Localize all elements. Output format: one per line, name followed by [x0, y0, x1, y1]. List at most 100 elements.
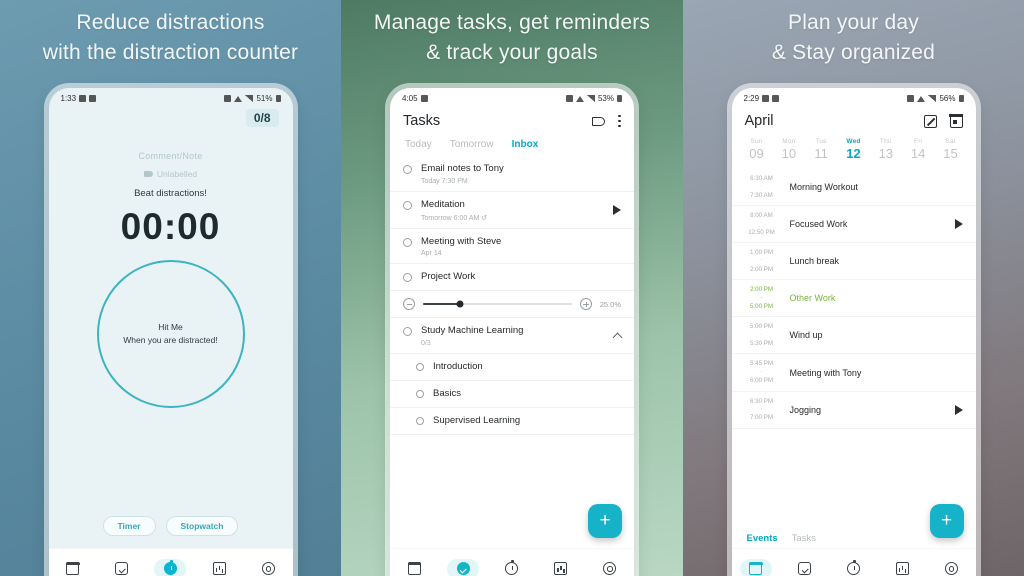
day-cell[interactable]: Tue 11 [807, 138, 835, 161]
day-cell[interactable]: Fri 14 [904, 138, 932, 161]
subtask-title: Basics [433, 387, 461, 399]
lock-icon [275, 95, 281, 102]
progress-slider-row[interactable]: 25.0% [390, 291, 634, 319]
hit-me-button[interactable]: Hit Me When you are distracted! [96, 260, 245, 408]
headline-line-2: & track your goals [426, 41, 598, 65]
event-row[interactable]: 8:00 AM - 12:50 PM Focused Work [731, 206, 976, 244]
comment-note-field[interactable]: Comment/Note [138, 151, 202, 161]
task-checkbox[interactable] [403, 165, 412, 174]
timer-mode-button[interactable]: Timer [102, 516, 156, 536]
nav-calendar[interactable] [398, 559, 430, 576]
expand-view-icon[interactable] [923, 114, 937, 128]
nav-calendar[interactable] [57, 559, 89, 576]
task-tabs: Today Tomorrow Inbox [390, 134, 634, 156]
chevron-up-icon[interactable] [612, 332, 623, 343]
lock-icon [617, 95, 622, 102]
label-selector[interactable]: Unlabelled [143, 169, 197, 179]
task-content: Supervised Learning [433, 415, 621, 428]
tab-events[interactable]: Events [747, 533, 778, 544]
week-strip: Sun 09 Mon 10 Tue 11 Wed 12 Thu 13 Fri 1… [732, 134, 976, 169]
event-row[interactable]: 1:00 PM - 2:00 PM Lunch break [731, 243, 976, 281]
subtask-checkbox[interactable] [416, 363, 424, 372]
nav-stats[interactable] [545, 559, 577, 576]
wifi-icon [234, 95, 243, 102]
day-number: 14 [910, 146, 926, 161]
timer-display: 00:00 [120, 206, 221, 247]
task-row[interactable]: Meditation Tomorrow 6:00 AM ↺ [390, 192, 634, 229]
task-row[interactable]: Email notes to Tony Today 7:30 PM [390, 156, 634, 192]
day-cell[interactable]: Mon 10 [775, 138, 803, 161]
time-separator: - [760, 368, 763, 375]
add-task-fab[interactable]: + [588, 504, 622, 538]
play-icon[interactable] [954, 404, 963, 415]
tab-tomorrow[interactable]: Tomorrow [450, 139, 494, 150]
nav-tasks[interactable] [106, 559, 138, 576]
day-cell[interactable]: Thu 13 [872, 138, 900, 161]
nav-settings[interactable] [935, 559, 967, 576]
headline-line-2: with the distraction counter [42, 41, 299, 65]
task-checkbox[interactable] [403, 237, 412, 247]
nav-tasks[interactable] [447, 558, 480, 576]
slider-thumb[interactable] [456, 300, 464, 308]
distraction-counter-badge[interactable]: 0/8 [245, 109, 279, 127]
stopwatch-mode-button[interactable]: Stopwatch [165, 516, 239, 536]
status-bar-right: 51% [224, 94, 281, 103]
panel-2-headline: Manage tasks, get reminders & track your… [341, 8, 683, 69]
task-checkbox[interactable] [403, 327, 412, 337]
task-group-row[interactable]: Study Machine Learning 0/3 [390, 318, 634, 355]
event-row[interactable]: 6:30 AM - 7:30 AM Morning Workout [731, 169, 976, 207]
decrement-button[interactable] [403, 298, 415, 311]
tab-inbox[interactable]: Inbox [512, 139, 539, 150]
add-event-fab[interactable]: + [929, 504, 964, 538]
event-end: 12:50 PM [748, 228, 775, 236]
day-cell[interactable]: Sun 09 [743, 138, 771, 161]
nav-settings[interactable] [594, 559, 626, 576]
tag-icon [143, 171, 153, 177]
task-checkbox[interactable] [403, 273, 412, 283]
promo-panel-tasks: Manage tasks, get reminders & track your… [341, 0, 683, 576]
subtask-row[interactable]: Introduction [390, 354, 634, 381]
nav-timer[interactable] [837, 559, 869, 576]
battery-percent: 56% [939, 94, 956, 103]
task-checkbox[interactable] [403, 200, 412, 210]
nav-tasks[interactable] [789, 559, 821, 576]
task-row[interactable]: Meeting with Steve Apr 14 [390, 229, 634, 265]
task-subtitle: Today 7:30 PM [421, 177, 468, 185]
event-row[interactable]: 5:45 PM - 6:00 PM Meeting with Tony [731, 354, 976, 392]
subtask-row[interactable]: Basics [390, 381, 634, 408]
wifi-icon [917, 95, 926, 102]
subtask-checkbox[interactable] [416, 389, 424, 398]
day-cell[interactable]: Sat 15 [936, 138, 964, 161]
promo-panel-timer: Reduce distractions with the distraction… [0, 0, 341, 576]
day-cell-selected[interactable]: Wed 12 [839, 138, 867, 161]
nav-calendar[interactable] [739, 558, 772, 576]
event-row-active[interactable]: 2:00 PM - 5:00 PM Other Work [731, 280, 976, 318]
play-icon[interactable] [613, 205, 621, 216]
tag-filter-icon[interactable] [592, 116, 605, 126]
progress-slider[interactable] [423, 300, 572, 308]
event-end: 5:30 PM [749, 340, 774, 348]
task-row[interactable]: Project Work [390, 264, 634, 292]
event-list: 6:30 AM - 7:30 AM Morning Workout 8:00 A… [731, 169, 976, 526]
increment-button[interactable] [579, 298, 592, 311]
event-row[interactable]: 6:30 PM - 7:00 PM Jogging [731, 392, 976, 429]
status-bar-right: 56% [907, 94, 964, 103]
event-row[interactable]: 5:00 PM - 5:30 PM Wind up [731, 317, 976, 355]
subtask-checkbox[interactable] [416, 416, 424, 425]
tab-today[interactable]: Today [405, 139, 432, 150]
event-title: Meeting with Tony [789, 367, 862, 378]
time-separator: - [760, 294, 763, 301]
calendar-icon [407, 561, 422, 575]
nav-timer[interactable] [496, 559, 528, 576]
nav-stats[interactable] [203, 559, 235, 576]
play-icon[interactable] [954, 219, 963, 230]
nav-timer[interactable] [154, 558, 187, 576]
vibrate-icon [565, 95, 573, 102]
event-time: 5:00 PM - 5:30 PM [745, 322, 779, 348]
tab-tasks[interactable]: Tasks [792, 533, 816, 544]
calendar-picker-icon[interactable] [948, 113, 964, 128]
nav-settings[interactable] [252, 559, 284, 576]
overflow-menu-icon[interactable] [618, 114, 621, 128]
subtask-row[interactable]: Supervised Learning [390, 408, 634, 435]
nav-stats[interactable] [886, 559, 918, 576]
